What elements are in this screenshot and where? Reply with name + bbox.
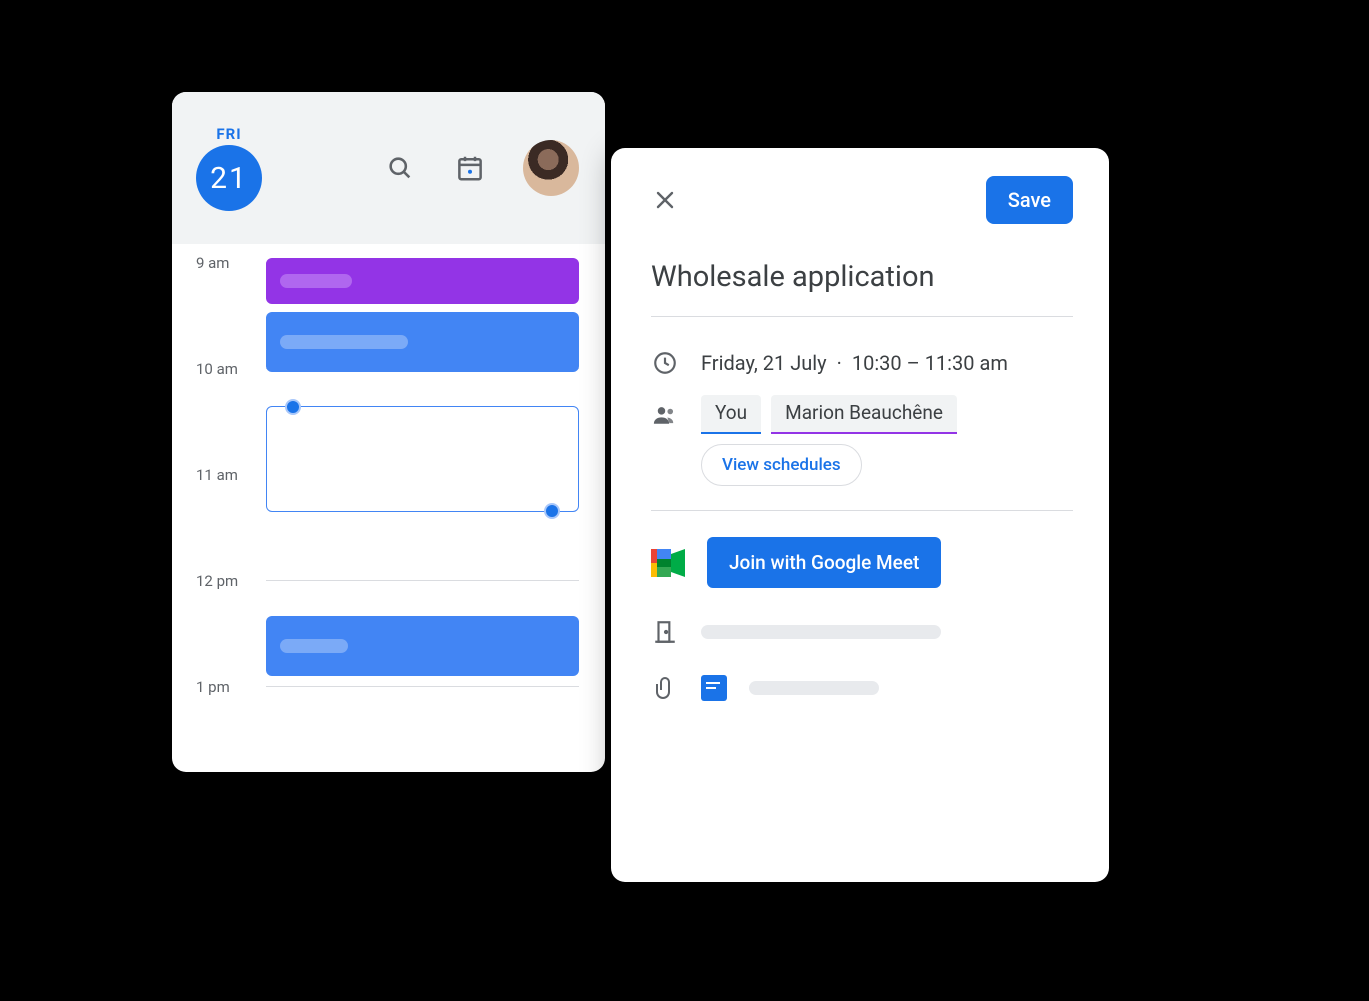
event-time-text: Friday, 21 July·10:30 – 11:30 am — [701, 351, 1008, 375]
calendar-new-event-slot[interactable] — [266, 406, 579, 512]
timeline[interactable]: 9 am 10 am 11 am 12 pm 1 pm — [172, 244, 605, 772]
people-icon — [651, 401, 679, 429]
room-placeholder — [701, 625, 941, 639]
google-meet-icon — [651, 549, 685, 577]
day-badge[interactable]: FRI 21 — [196, 125, 262, 211]
avatar[interactable] — [523, 140, 579, 196]
hour-label: 1 pm — [196, 678, 230, 696]
view-schedules-button[interactable]: View schedules — [701, 444, 862, 486]
save-button[interactable]: Save — [986, 176, 1073, 224]
day-number: 21 — [196, 145, 262, 211]
attachment-row[interactable] — [651, 674, 1073, 702]
attendee-chip-you[interactable]: You — [701, 395, 761, 434]
event-time-row[interactable]: Friday, 21 July·10:30 – 11:30 am — [651, 349, 1073, 377]
hour-label: 9 am — [196, 254, 229, 272]
calendar-today-icon[interactable] — [453, 151, 487, 185]
event-people-row: You Marion Beauchêne — [651, 395, 1073, 434]
calendar-header: FRI 21 — [172, 92, 605, 244]
hour-label: 11 am — [196, 466, 238, 484]
calendar-card: FRI 21 9 am 10 am 11 am 12 pm 1 pm — [172, 92, 605, 772]
calendar-event-blue[interactable] — [266, 312, 579, 372]
calendar-event-purple[interactable] — [266, 258, 579, 304]
event-detail-card: Save Wholesale application Friday, 21 Ju… — [611, 148, 1109, 882]
day-name: FRI — [216, 125, 241, 143]
join-meet-button[interactable]: Join with Google Meet — [707, 537, 941, 588]
close-icon[interactable] — [651, 186, 679, 214]
google-meet-row: Join with Google Meet — [651, 537, 1073, 588]
attachment-placeholder — [749, 681, 879, 695]
resize-handle-bottom[interactable] — [544, 503, 560, 519]
event-title[interactable]: Wholesale application — [651, 260, 1073, 317]
attachment-icon — [651, 674, 679, 702]
room-row[interactable] — [651, 618, 1073, 646]
calendar-event-blue[interactable] — [266, 616, 579, 676]
attendee-chip-guest[interactable]: Marion Beauchêne — [771, 395, 957, 434]
hour-label: 10 am — [196, 360, 238, 378]
hour-label: 12 pm — [196, 572, 238, 590]
search-icon[interactable] — [383, 151, 417, 185]
divider — [651, 510, 1073, 511]
doc-icon[interactable] — [701, 675, 727, 701]
clock-icon — [651, 349, 679, 377]
resize-handle-top[interactable] — [285, 399, 301, 415]
room-icon — [651, 618, 679, 646]
